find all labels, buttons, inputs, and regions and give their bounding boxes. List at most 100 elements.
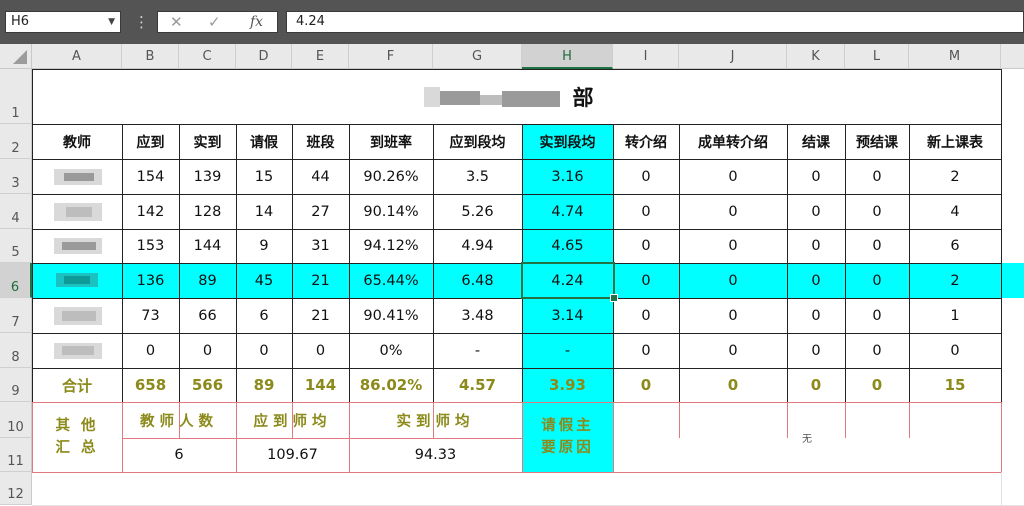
cell-b7[interactable]: 73 [122,298,179,333]
cell-i4[interactable]: 0 [613,194,679,229]
cell-i3[interactable]: 0 [613,159,679,194]
column-header-c[interactable]: C [179,44,236,69]
column-header-h[interactable]: H [522,44,613,69]
cell-k4[interactable]: 0 [787,194,845,229]
cell-f3[interactable]: 90.26% [349,159,433,194]
column-header-i[interactable]: I [613,44,679,69]
cell-f7[interactable]: 90.41% [349,298,433,333]
cell-c8[interactable]: 0 [179,333,236,368]
select-all-button[interactable] [0,44,32,69]
cell-k5[interactable]: 0 [787,229,845,263]
cell-c4[interactable]: 128 [179,194,236,229]
leave-reason-value[interactable]: 无 [613,402,1001,472]
cell-m7[interactable]: 1 [909,298,1001,333]
total-j[interactable]: 0 [679,368,787,402]
cell-b8[interactable]: 0 [122,333,179,368]
row-header-11[interactable]: 11 [0,438,32,472]
cell-c5[interactable]: 144 [179,229,236,263]
cell-l6[interactable]: 0 [845,263,909,298]
cell-f8[interactable]: 0% [349,333,433,368]
cell-m4[interactable]: 4 [909,194,1001,229]
cell-d5[interactable]: 9 [236,229,292,263]
row-header-12[interactable]: 12 [0,472,32,505]
cell-g8[interactable]: - [433,333,522,368]
cell-j6[interactable]: 0 [679,263,787,298]
total-k[interactable]: 0 [787,368,845,402]
cell-b6[interactable]: 136 [122,263,179,298]
cell-i8[interactable]: 0 [613,333,679,368]
total-d[interactable]: 89 [236,368,292,402]
row-header-10[interactable]: 10 [0,402,32,438]
column-header-g[interactable]: G [433,44,522,69]
cell-c3[interactable]: 139 [179,159,236,194]
total-l[interactable]: 0 [845,368,909,402]
cell-e7[interactable]: 21 [292,298,349,333]
cell-g4[interactable]: 5.26 [433,194,522,229]
column-header-e[interactable]: E [292,44,349,69]
cell-l7[interactable]: 0 [845,298,909,333]
cell-g6[interactable]: 6.48 [433,263,522,298]
cell-c7[interactable]: 66 [179,298,236,333]
cell-m5[interactable]: 6 [909,229,1001,263]
insert-function-icon[interactable]: fx [250,12,263,32]
cell-c6[interactable]: 89 [179,263,236,298]
row-header-1[interactable]: 1 [0,69,32,124]
column-header-j[interactable]: J [679,44,787,69]
avg-expected-value[interactable]: 109.67 [236,438,349,472]
cell-m6[interactable]: 2 [909,263,1001,298]
row-header-5[interactable]: 5 [0,229,32,263]
more-options-icon[interactable]: ⋮ [134,11,149,33]
cell-g5[interactable]: 4.94 [433,229,522,263]
cell-b5[interactable]: 153 [122,229,179,263]
cell-e3[interactable]: 44 [292,159,349,194]
cell-f4[interactable]: 90.14% [349,194,433,229]
cell-d8[interactable]: 0 [236,333,292,368]
row-header-8[interactable]: 8 [0,333,32,368]
cell-l4[interactable]: 0 [845,194,909,229]
cell-l3[interactable]: 0 [845,159,909,194]
cell-d6[interactable]: 45 [236,263,292,298]
cancel-icon[interactable]: ✕ [170,12,183,32]
cell-e6[interactable]: 21 [292,263,349,298]
column-header-f[interactable]: F [349,44,433,69]
cell-b4[interactable]: 142 [122,194,179,229]
cell-e8[interactable]: 0 [292,333,349,368]
cell-m8[interactable]: 0 [909,333,1001,368]
worksheet-grid[interactable]: 部 教师 应到 实到 请假 班段 到班率 应到段均 实到段均 转介绍 成单转介绍… [32,69,1024,506]
row-header-4[interactable]: 4 [0,194,32,229]
cell-j3[interactable]: 0 [679,159,787,194]
cell-j7[interactable]: 0 [679,298,787,333]
chevron-down-icon[interactable]: ▼ [108,12,115,32]
total-b[interactable]: 658 [122,368,179,402]
fill-handle[interactable] [610,294,618,302]
column-header-a[interactable]: A [32,44,122,69]
cell-j4[interactable]: 0 [679,194,787,229]
cell-d4[interactable]: 14 [236,194,292,229]
cell-j8[interactable]: 0 [679,333,787,368]
row-header-9[interactable]: 9 [0,368,32,402]
cell-h4[interactable]: 4.74 [522,194,613,229]
formula-input[interactable]: 4.24 [286,11,1024,33]
cell-h5[interactable]: 4.65 [522,229,613,263]
total-e[interactable]: 144 [292,368,349,402]
column-header-n[interactable] [1001,44,1024,69]
column-header-b[interactable]: B [122,44,179,69]
cell-h3[interactable]: 3.16 [522,159,613,194]
cell-k6[interactable]: 0 [787,263,845,298]
total-i[interactable]: 0 [613,368,679,402]
teacher-count-value[interactable]: 6 [122,438,236,472]
cell-k3[interactable]: 0 [787,159,845,194]
cell-e4[interactable]: 27 [292,194,349,229]
cell-h7[interactable]: 3.14 [522,298,613,333]
total-g[interactable]: 4.57 [433,368,522,402]
cell-d3[interactable]: 15 [236,159,292,194]
name-box[interactable]: H6 ▼ [5,11,121,33]
cell-h8[interactable]: - [522,333,613,368]
cell-g3[interactable]: 3.5 [433,159,522,194]
cell-k7[interactable]: 0 [787,298,845,333]
total-c[interactable]: 566 [179,368,236,402]
total-f[interactable]: 86.02% [349,368,433,402]
row-header-2[interactable]: 2 [0,124,32,159]
cell-e5[interactable]: 31 [292,229,349,263]
cell-i7[interactable]: 0 [613,298,679,333]
